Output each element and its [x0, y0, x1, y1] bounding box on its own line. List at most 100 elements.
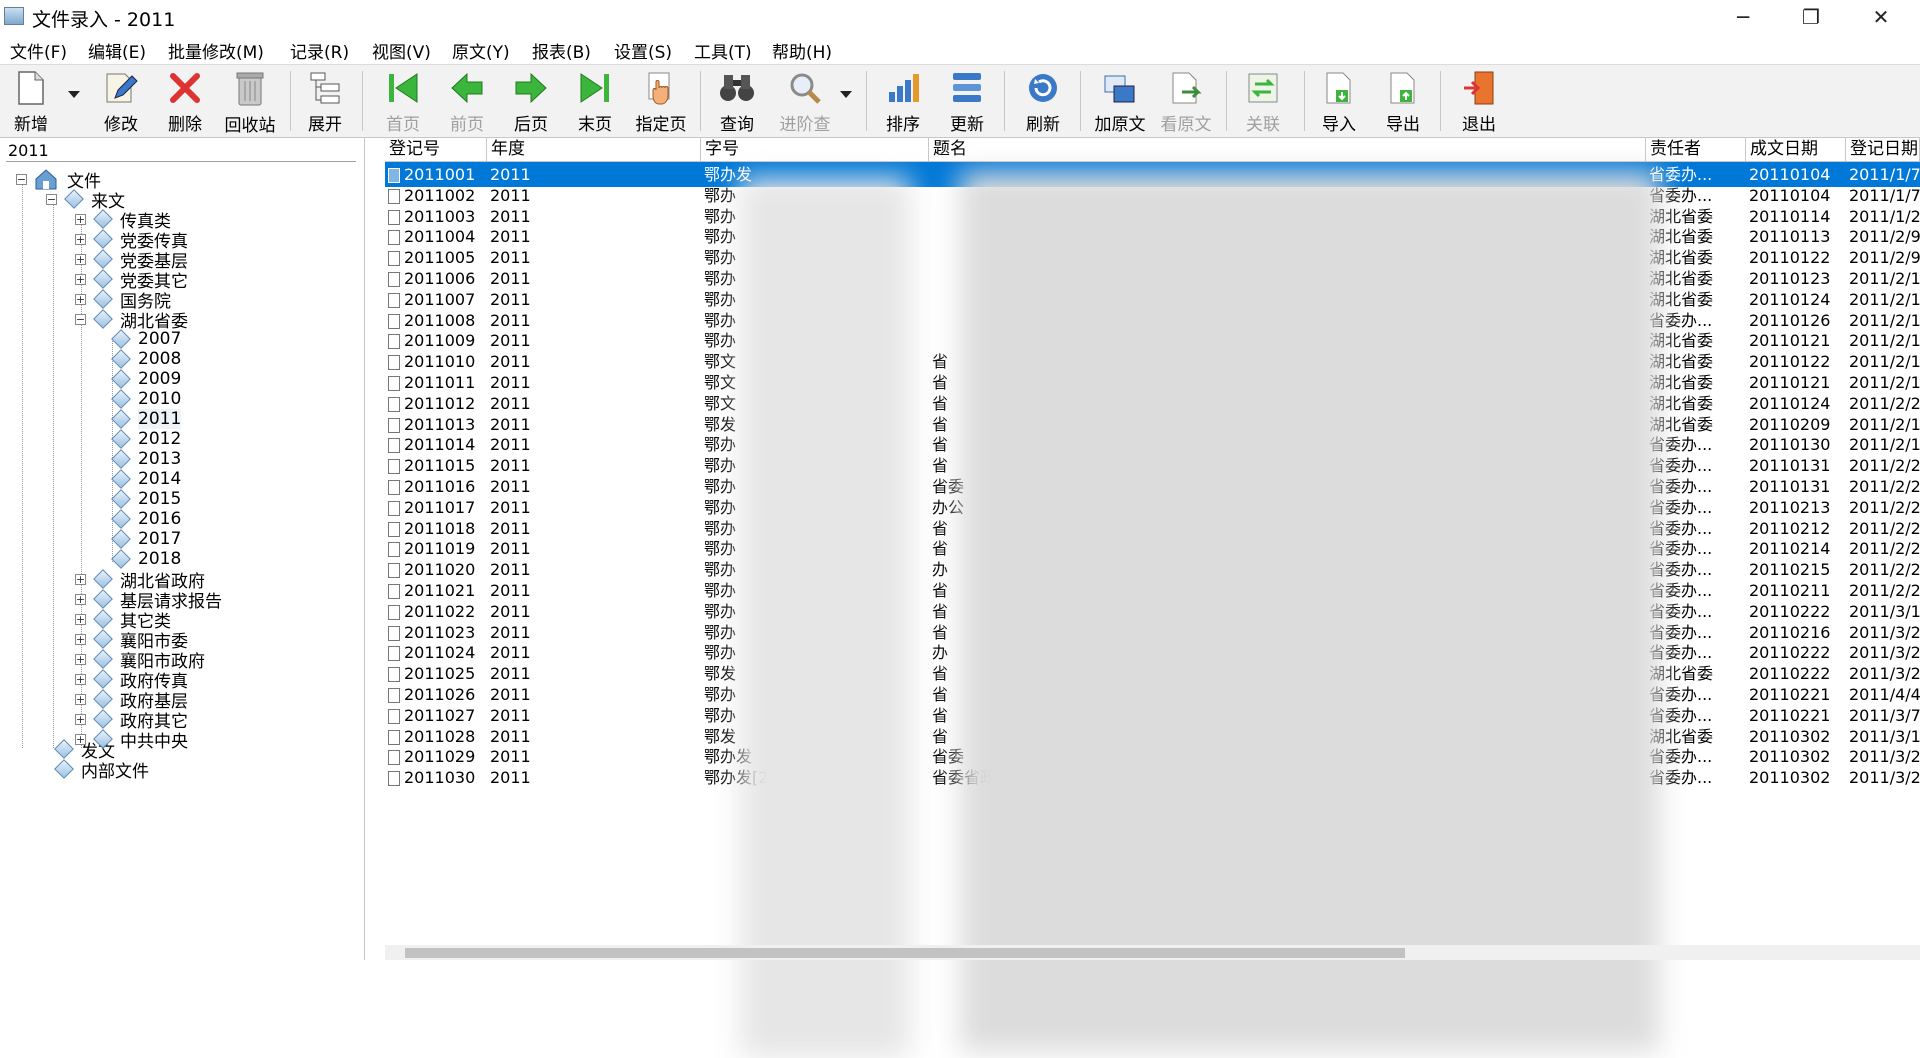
expand-icon[interactable]: + [75, 613, 86, 625]
expand-icon[interactable]: + [75, 713, 86, 725]
recycle-bin-icon [230, 69, 270, 107]
tree-node-year-2009[interactable]: 2009 [110, 368, 181, 390]
tree-node-year-2008[interactable]: 2008 [110, 348, 181, 370]
expand-icon[interactable]: + [75, 733, 86, 745]
edit-button[interactable]: 修改 [96, 67, 146, 135]
tree-node-year-2007[interactable]: 2007 [110, 328, 181, 350]
horizontal-scrollbar[interactable] [385, 945, 1920, 960]
prev-page-button[interactable]: 前页 [442, 67, 492, 135]
view-original-button[interactable]: 看原文 [1156, 67, 1216, 135]
advanced-query-button[interactable]: 进阶查 [772, 67, 838, 135]
close-button[interactable]: ✕ [1852, 0, 1910, 34]
tree-node-incoming[interactable]: − 来文 [46, 188, 125, 212]
binoculars-icon [717, 69, 757, 106]
category-node-icon [93, 629, 113, 649]
new-button[interactable]: 新增 [6, 67, 56, 135]
document-row-icon [388, 334, 400, 350]
menu-view[interactable]: 视图(V) [372, 38, 431, 63]
import-button[interactable]: 导入 [1314, 67, 1364, 135]
query-button[interactable]: 查询 [712, 67, 762, 135]
table-cell: 2011/3/22 [1849, 768, 1920, 788]
export-button[interactable]: 导出 [1378, 67, 1428, 135]
menu-settings[interactable]: 设置(S) [614, 38, 672, 63]
menu-edit[interactable]: 编辑(E) [88, 38, 146, 63]
expand-icon[interactable]: + [75, 673, 86, 685]
next-arrow-icon [511, 69, 551, 106]
tree-node-internal[interactable]: 内部文件 [53, 758, 149, 782]
update-button[interactable]: 更新 [942, 67, 992, 135]
refresh-button[interactable]: 刷新 [1018, 67, 1068, 135]
new-dropdown-icon[interactable] [68, 91, 80, 98]
redaction-blur [740, 178, 910, 1058]
last-page-button[interactable]: 末页 [570, 67, 620, 135]
category-node-icon [93, 589, 113, 609]
minimize-button[interactable]: ─ [1714, 0, 1772, 34]
column-header-reg-no[interactable]: 登记号 [385, 138, 487, 162]
category-node-icon [111, 389, 131, 409]
tree-node-category[interactable]: − 湖北省委 [75, 308, 188, 332]
menu-help[interactable]: 帮助(H) [772, 38, 832, 63]
expand-button[interactable]: 展开 [300, 67, 350, 135]
records-grid[interactable]: 登记号 年度 字号 题名 责任者 成文日期 登记日期 2011001 2011 鄂办… [385, 138, 1920, 1058]
expand-icon[interactable]: + [75, 253, 86, 265]
expand-icon[interactable]: + [75, 633, 86, 645]
expand-icon[interactable]: + [75, 233, 86, 245]
column-header-doc-date[interactable]: 成文日期 [1746, 138, 1846, 162]
menu-record[interactable]: 记录(R) [290, 38, 349, 63]
expand-icon[interactable]: + [75, 593, 86, 605]
delete-button[interactable]: 删除 [160, 67, 210, 135]
column-header-year[interactable]: 年度 [487, 138, 701, 162]
sort-button[interactable]: 排序 [878, 67, 928, 135]
menu-report[interactable]: 报表(B) [532, 38, 591, 63]
collapse-icon[interactable]: − [75, 313, 86, 325]
add-original-button[interactable]: 加原文 [1090, 67, 1150, 135]
column-header-title[interactable]: 题名 [929, 138, 1646, 162]
expand-icon[interactable]: + [75, 693, 86, 705]
recycle-bin-button[interactable]: 回收站 [218, 67, 282, 136]
collapse-icon[interactable]: − [16, 173, 27, 185]
column-header-responsible[interactable]: 责任者 [1646, 138, 1746, 162]
toolbar-separator [1080, 71, 1081, 131]
tree-node-category[interactable]: + 中共中央 [75, 728, 188, 752]
app-icon [4, 7, 24, 25]
category-node-icon [93, 689, 113, 709]
collapse-icon[interactable]: − [46, 193, 57, 205]
first-page-button[interactable]: 首页 [378, 67, 428, 135]
tree-node-year-2011[interactable]: 2011 [110, 408, 182, 430]
category-node-icon [111, 409, 131, 429]
restore-button[interactable]: ❐ [1782, 0, 1840, 34]
exit-button[interactable]: 退出 [1454, 67, 1504, 135]
menu-bar: 文件(F) 编辑(E) 批量修改(M) 记录(R) 视图(V) 原文(Y) 报表… [0, 34, 1920, 65]
document-row-icon [388, 771, 400, 787]
column-header-reg-date[interactable]: 登记日期 [1846, 138, 1920, 162]
query-dropdown-icon[interactable] [840, 91, 852, 98]
goto-page-button[interactable]: 指定页 [630, 67, 692, 135]
tree-node-year-2010[interactable]: 2010 [110, 388, 181, 410]
menu-file[interactable]: 文件(F) [10, 38, 67, 63]
first-page-icon [383, 69, 423, 106]
expand-icon[interactable]: + [75, 273, 86, 285]
tree-node-year-2012[interactable]: 2012 [110, 428, 181, 450]
document-row-icon [388, 376, 400, 391]
scrollbar-thumb[interactable] [405, 948, 1405, 958]
menu-tools[interactable]: 工具(T) [694, 38, 752, 63]
link-button[interactable]: 关联 [1238, 67, 1288, 135]
expand-icon[interactable]: + [75, 293, 86, 305]
tree-node-year-2013[interactable]: 2013 [110, 448, 181, 470]
expand-icon[interactable]: + [75, 213, 86, 225]
tree-node-year-2015[interactable]: 2015 [110, 488, 181, 510]
document-row-icon [388, 542, 400, 558]
expand-icon[interactable]: + [75, 653, 86, 665]
prev-arrow-icon [447, 69, 487, 106]
column-header-doc-no[interactable]: 字号 [701, 138, 929, 162]
menu-batch-modify[interactable]: 批量修改(M) [168, 38, 264, 63]
tree-filter-input[interactable] [6, 140, 356, 162]
tree-node-year-2014[interactable]: 2014 [110, 468, 181, 490]
category-node-icon [93, 609, 113, 629]
tree-root-files[interactable]: − 文件 [16, 168, 101, 192]
tree-node-year-2017[interactable]: 2017 [110, 528, 181, 550]
menu-original[interactable]: 原文(Y) [452, 38, 510, 63]
expand-icon[interactable]: + [75, 573, 86, 585]
next-page-button[interactable]: 后页 [506, 67, 556, 135]
tree-node-year-2016[interactable]: 2016 [110, 508, 181, 530]
